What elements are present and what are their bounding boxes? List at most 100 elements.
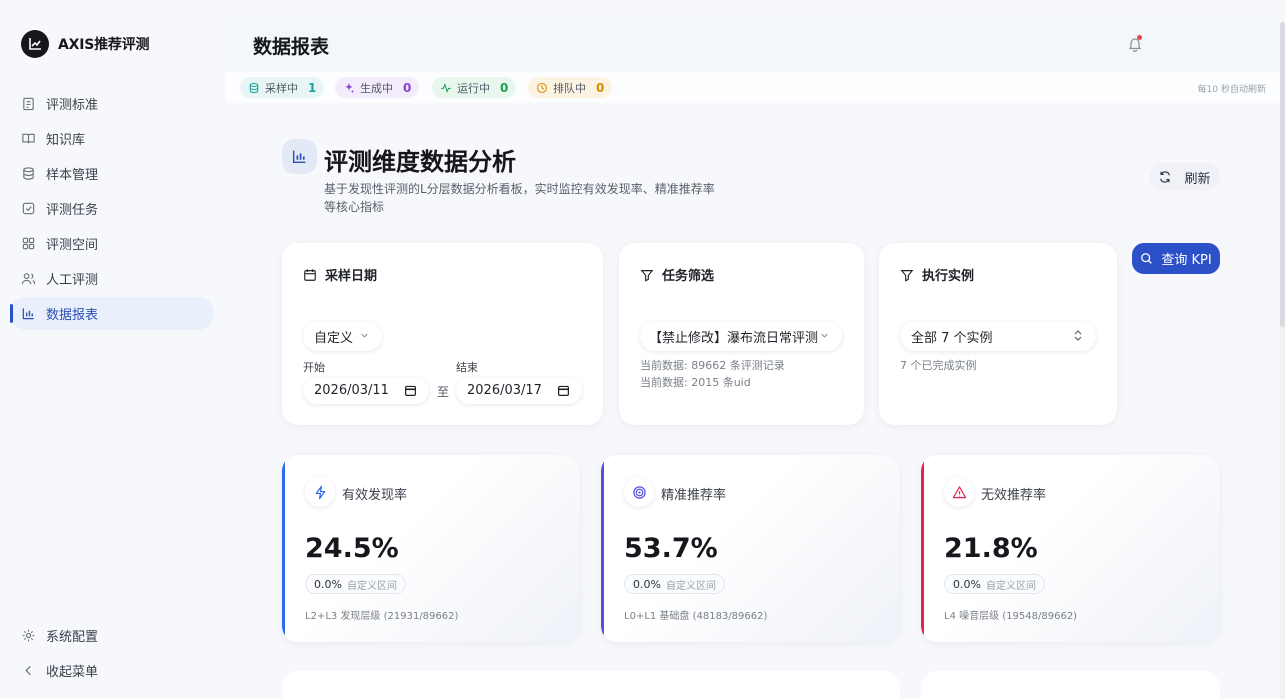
section-description: 基于发现性评测的L分层数据分析看板，实时监控有效发现率、精准推荐率 等核心指标 <box>324 180 734 216</box>
sidebar-item-manual[interactable]: 人工评测 <box>10 262 214 295</box>
kpi-change-period: 自定义区间 <box>346 580 397 592</box>
kpi-change-value: 0.0% <box>314 577 342 591</box>
query-kpi-button[interactable]: 查询 KPI <box>1132 243 1220 274</box>
main-content: 评测维度数据分析 基于发现性评测的L分层数据分析看板，实时监控有效发现率、精准推… <box>225 103 1280 699</box>
kpi-value: 53.7% <box>624 533 718 564</box>
description-line: 基于发现性评测的L分层数据分析看板，实时监控有效发现率、精准推荐率 <box>324 182 715 196</box>
kpi-label: 精准推荐率 <box>661 488 727 503</box>
kpi-card-precise-recommendation: 精准推荐率 53.7% 0.0% 自定义区间 L0+L1 基础盘 (48183/… <box>601 455 900 642</box>
sidebar-item-label: 评测空间 <box>46 238 99 253</box>
sidebar-item-tasks[interactable]: 评测任务 <box>10 192 214 225</box>
date-mode-value: 自定义 <box>314 330 354 346</box>
task-filter-card: 任务筛选 【禁止修改】瀑布流日常评测 当前数据: 89662 条评测记录 当前数… <box>619 243 864 425</box>
kpi-change-period: 自定义区间 <box>985 580 1036 592</box>
task-select-value: 【禁止修改】瀑布流日常评测 <box>649 330 819 346</box>
checkbox-icon <box>22 202 35 215</box>
card-header: 采样日期 <box>303 265 377 284</box>
chevron-up-down-icon <box>1074 330 1082 341</box>
card-header: 任务筛选 <box>640 265 714 284</box>
kpi-card-effective-discovery: 有效发现率 24.5% 0.0% 自定义区间 L2+L3 发现层级 (21931… <box>282 455 580 642</box>
bolt-icon <box>305 477 335 507</box>
sidebar-nav: 评测标准 知识库 样本管理 评测任务 评测空间 人工评测 数据报表 <box>10 87 214 332</box>
kpi-footnote: L4 噪音层级 (19548/89662) <box>944 611 1078 622</box>
sidebar-item-label: 样本管理 <box>46 168 99 183</box>
start-date-label: 开始 <box>303 361 325 374</box>
end-date-label: 结束 <box>456 361 478 374</box>
sidebar-item-standards[interactable]: 评测标准 <box>10 87 214 120</box>
status-pill-label: 生成中 <box>360 81 393 95</box>
chevron-down-icon <box>361 333 368 338</box>
bar-chart-icon <box>22 308 34 320</box>
refresh-label: 刷新 <box>1184 171 1211 187</box>
kpi-card-invalid-recommendation: 无效推荐率 21.8% 0.0% 自定义区间 L4 噪音层级 (19548/89… <box>921 455 1220 642</box>
kpi-value: 21.8% <box>944 533 1038 564</box>
status-pill-label: 排队中 <box>553 81 586 95</box>
start-date-value: 2026/03/11 <box>314 383 389 398</box>
end-date-value: 2026/03/17 <box>467 383 542 398</box>
users-icon <box>21 273 36 285</box>
sparkle-icon <box>345 82 355 93</box>
chart-card-left <box>282 671 900 699</box>
date-mode-select[interactable]: 自定义 <box>303 321 382 351</box>
kpi-change-chip: 0.0% 自定义区间 <box>305 574 406 594</box>
sidebar-item-spaces[interactable]: 评测空间 <box>10 227 214 260</box>
end-date-input[interactable]: 2026/03/17 <box>456 377 582 404</box>
filter-icon <box>900 269 914 282</box>
brand[interactable]: AXIS推荐评测 <box>21 30 150 58</box>
status-pill-generating[interactable]: 生成中 0 <box>335 77 420 98</box>
kpi-label: 无效推荐率 <box>981 488 1047 503</box>
status-pill-queued[interactable]: 排队中 0 <box>528 77 613 98</box>
sidebar-item-label: 知识库 <box>46 133 86 148</box>
sidebar: AXIS推荐评测 评测标准 知识库 样本管理 评测任务 评测空间 人工评测 数据… <box>0 0 225 699</box>
page-title: 数据报表 <box>253 36 330 58</box>
clipboard-icon <box>23 97 34 111</box>
refresh-button[interactable]: 刷新 <box>1149 163 1220 191</box>
sidebar-item-label: 系统配置 <box>46 630 99 645</box>
auto-refresh-note: 每10 秒自动刷新 <box>1197 85 1266 95</box>
activity-icon <box>441 82 451 93</box>
chevron-left-icon <box>25 665 31 676</box>
task-select[interactable]: 【禁止修改】瀑布流日常评测 <box>640 321 842 351</box>
kpi-footnote: L2+L3 发现层级 (21931/89662) <box>305 611 459 622</box>
instance-filter-card: 执行实例 全部 7 个实例 7 个已完成实例 <box>879 243 1117 425</box>
sidebar-item-samples[interactable]: 样本管理 <box>10 157 214 190</box>
kpi-label: 有效发现率 <box>342 488 408 503</box>
date-filter-card: 采样日期 自定义 开始 结束 2026/03/11 至 2026/03/17 <box>282 243 603 425</box>
calendar-icon <box>304 268 316 281</box>
collapse-menu-button[interactable]: 收起菜单 <box>10 654 214 687</box>
status-pill-running[interactable]: 运行中 0 <box>432 77 517 98</box>
instance-select[interactable]: 全部 7 个实例 <box>900 321 1096 351</box>
grid-icon <box>22 237 35 250</box>
sidebar-bottom: 系统配置 收起菜单 <box>10 619 214 689</box>
record-count: 当前数据: 89662 条评测记录 <box>640 359 785 372</box>
scrollbar-thumb[interactable] <box>1280 22 1285 327</box>
card-title: 采样日期 <box>325 269 378 284</box>
refresh-icon <box>1160 171 1171 183</box>
status-bar: 采样中 1 生成中 0 运行中 0 排队中 0 每10 秒自动刷新 <box>225 72 1280 103</box>
sidebar-item-label: 数据报表 <box>46 308 99 323</box>
status-pill-count: 0 <box>596 80 605 95</box>
page-header: 数据报表 <box>225 22 1280 70</box>
kpi-change-period: 自定义区间 <box>665 580 716 592</box>
task-meta: 当前数据: 89662 条评测记录 当前数据: 2015 条uid <box>640 357 785 391</box>
instance-meta: 7 个已完成实例 <box>900 359 977 372</box>
uid-count: 当前数据: 2015 条uid <box>640 376 751 389</box>
status-pill-sampling[interactable]: 采样中 1 <box>240 77 325 98</box>
target-icon <box>624 477 654 507</box>
logo-chart-icon <box>21 30 49 58</box>
warning-icon <box>944 477 974 507</box>
sidebar-item-settings[interactable]: 系统配置 <box>10 619 214 652</box>
kpi-change-chip: 0.0% 自定义区间 <box>944 574 1045 594</box>
bar-chart-icon <box>282 139 317 174</box>
sidebar-item-reports[interactable]: 数据报表 <box>10 297 214 330</box>
sidebar-item-label: 评测标准 <box>46 98 99 113</box>
card-header: 执行实例 <box>900 265 974 284</box>
start-date-input[interactable]: 2026/03/11 <box>303 377 429 404</box>
brand-name: AXIS推荐评测 <box>58 37 150 53</box>
sidebar-item-knowledge[interactable]: 知识库 <box>10 122 214 155</box>
status-pill-label: 运行中 <box>457 81 490 95</box>
sidebar-item-label: 评测任务 <box>46 203 99 218</box>
gear-icon <box>22 629 35 642</box>
instance-select-value: 全部 7 个实例 <box>911 330 993 346</box>
chevron-down-icon <box>821 333 828 338</box>
